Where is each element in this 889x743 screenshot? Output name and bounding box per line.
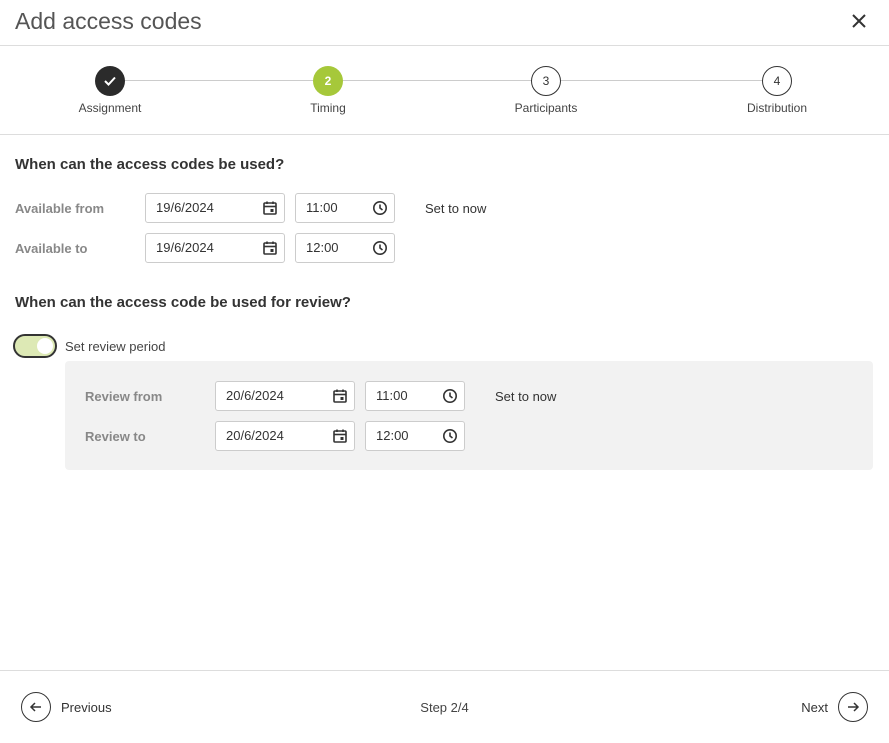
dialog-header: Add access codes bbox=[0, 0, 889, 46]
step-distribution[interactable]: 4 Distribution bbox=[717, 66, 837, 115]
date-value: 20/6/2024 bbox=[226, 388, 284, 403]
review-set-to-now-button[interactable]: Set to now bbox=[495, 389, 556, 404]
date-value: 19/6/2024 bbox=[156, 200, 214, 215]
close-icon[interactable] bbox=[847, 9, 871, 33]
date-value: 20/6/2024 bbox=[226, 428, 284, 443]
clock-icon[interactable] bbox=[372, 200, 388, 216]
calendar-icon[interactable] bbox=[262, 200, 278, 216]
progress-stepper: Assignment 2 Timing 3 Participants 4 Dis… bbox=[0, 46, 889, 135]
available-to-label: Available to bbox=[15, 241, 88, 256]
step-label: Participants bbox=[514, 101, 578, 115]
calendar-icon[interactable] bbox=[332, 388, 348, 404]
step-label: Distribution bbox=[746, 101, 808, 115]
clock-icon[interactable] bbox=[372, 240, 388, 256]
checkmark-icon bbox=[104, 76, 116, 86]
available-to-time-input[interactable]: 12:00 bbox=[295, 233, 395, 263]
next-button[interactable]: Next bbox=[801, 692, 868, 722]
step-done-circle bbox=[95, 66, 125, 96]
available-from-time-input[interactable]: 11:00 bbox=[295, 193, 395, 223]
available-to-date-input[interactable]: 19/6/2024 bbox=[145, 233, 285, 263]
available-from-date-input[interactable]: 19/6/2024 bbox=[145, 193, 285, 223]
clock-icon[interactable] bbox=[442, 388, 458, 404]
time-value: 12:00 bbox=[306, 240, 339, 255]
step-number: 3 bbox=[531, 66, 561, 96]
review-from-date-input[interactable]: 20/6/2024 bbox=[215, 381, 355, 411]
review-to-time-input[interactable]: 12:00 bbox=[365, 421, 465, 451]
time-value: 11:00 bbox=[306, 200, 338, 215]
review-period-toggle[interactable] bbox=[13, 334, 57, 358]
time-value: 12:00 bbox=[376, 428, 409, 443]
review-from-time-input[interactable]: 11:00 bbox=[365, 381, 465, 411]
step-timing[interactable]: 2 Timing bbox=[268, 66, 388, 115]
calendar-icon[interactable] bbox=[262, 240, 278, 256]
step-number: 4 bbox=[762, 66, 792, 96]
step-label: Timing bbox=[310, 101, 346, 115]
toggle-knob bbox=[37, 338, 53, 354]
calendar-icon[interactable] bbox=[332, 428, 348, 444]
review-to-label: Review to bbox=[85, 429, 146, 444]
review-heading: When can the access code be used for rev… bbox=[15, 294, 351, 311]
next-label: Next bbox=[801, 699, 828, 715]
step-label: Assignment bbox=[78, 101, 142, 115]
set-to-now-button[interactable]: Set to now bbox=[425, 201, 486, 216]
review-from-label: Review from bbox=[85, 389, 163, 404]
available-from-label: Available from bbox=[15, 201, 105, 216]
arrow-right-icon bbox=[838, 692, 868, 722]
review-period-label: Set review period bbox=[65, 339, 166, 354]
dialog-footer: Previous Step 2/4 Next bbox=[0, 670, 889, 743]
time-value: 11:00 bbox=[376, 388, 408, 403]
step-participants[interactable]: 3 Participants bbox=[486, 66, 606, 115]
date-value: 19/6/2024 bbox=[156, 240, 214, 255]
availability-heading: When can the access codes be used? bbox=[15, 156, 285, 173]
step-assignment[interactable]: Assignment bbox=[50, 66, 170, 115]
review-period-panel: Review from 20/6/2024 11:00 Set to now R… bbox=[65, 361, 873, 470]
review-to-date-input[interactable]: 20/6/2024 bbox=[215, 421, 355, 451]
clock-icon[interactable] bbox=[442, 428, 458, 444]
stepper-line bbox=[110, 80, 777, 81]
step-indicator: Step 2/4 bbox=[420, 700, 469, 715]
step-number: 2 bbox=[313, 66, 343, 96]
dialog-title: Add access codes bbox=[15, 8, 202, 34]
